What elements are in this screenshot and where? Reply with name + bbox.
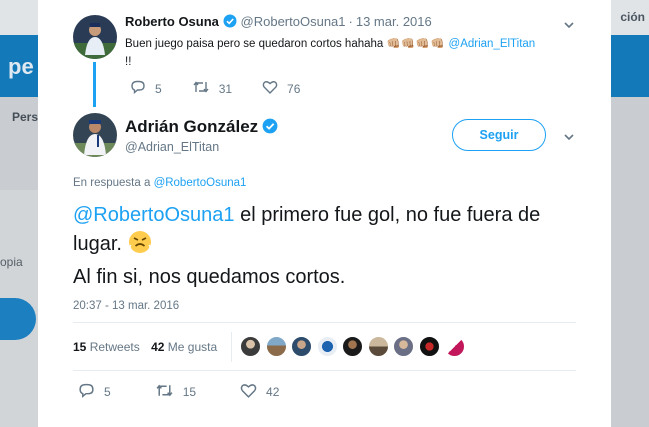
background-side-text: opia (0, 255, 23, 269)
reply-context: En respuesta a @RobertoOsuna1 (73, 177, 246, 189)
fist-emoji: 👊🏼👊🏼👊🏼👊🏼 (386, 38, 446, 50)
main-mention-link[interactable]: @RobertoOsuna1 (73, 204, 235, 226)
like-button[interactable]: 76 (262, 79, 300, 98)
parent-author-name[interactable]: Roberto Osuna (125, 14, 219, 29)
retweet-count: 31 (218, 81, 233, 96)
retweets-stat[interactable]: 15 Retweets (73, 340, 140, 354)
main-text-line2: Al fin si, nos quedamos cortos. (73, 266, 346, 288)
tweet-stats: 15 Retweets 42 Me gusta (73, 340, 217, 354)
likes-stat-label: Me gusta (167, 340, 218, 354)
liker-avatar[interactable] (367, 336, 389, 357)
liker-avatar[interactable] (316, 336, 338, 357)
likes-stat-count: 42 (151, 340, 165, 354)
verified-badge-icon (223, 14, 237, 31)
reply-prefix: En respuesta a (73, 177, 151, 189)
background-banner-text: pe (8, 54, 34, 79)
background-top-link: ción (620, 10, 645, 24)
liker-avatar[interactable] (342, 336, 363, 357)
parent-text-end: !! (125, 56, 132, 68)
like-icon (240, 382, 266, 402)
background-tab: Pers (12, 110, 39, 124)
like-count: 42 (266, 385, 280, 399)
reply-icon (78, 382, 104, 402)
like-button[interactable]: 42 (240, 382, 279, 402)
main-author-name-text: Adrián González (125, 117, 259, 136)
reply-count: 5 (155, 81, 162, 96)
parent-mention-link[interactable]: @Adrian_ElTitan (449, 38, 536, 50)
liker-avatar[interactable] (291, 336, 312, 357)
main-avatar[interactable] (73, 113, 117, 157)
reply-mention-link[interactable]: @RobertoOsuna1 (154, 177, 247, 189)
parent-actions: 5 31 76 (130, 79, 330, 98)
liker-avatar[interactable] (418, 336, 440, 357)
likers-avatars (240, 336, 470, 357)
reply-count: 5 (104, 385, 111, 399)
retweet-button[interactable]: 15 (155, 382, 196, 402)
parent-date[interactable]: 13 mar. 2016 (356, 14, 432, 29)
like-icon (262, 79, 287, 98)
reply-button[interactable]: 5 (130, 79, 162, 98)
retweet-count: 15 (182, 385, 197, 399)
angry-face-emoji (128, 230, 152, 263)
reply-icon (130, 79, 155, 98)
retweet-icon (155, 382, 183, 402)
dot-separator: · (348, 14, 353, 29)
tweet-modal: Roberto Osuna @RobertoOsuna1 · 13 mar. 201… (38, 0, 611, 427)
main-tweet-text: @RobertoOsuna1 el primero fue gol, no fu… (73, 201, 573, 292)
tweet-timestamp[interactable]: 20:37 - 13 mar. 2016 (73, 300, 179, 312)
divider (73, 322, 576, 323)
main-author-name[interactable]: Adrián González (125, 117, 278, 139)
likes-stat[interactable]: 42 Me gusta (151, 340, 217, 354)
parent-header: Roberto Osuna @RobertoOsuna1 · 13 mar. 201… (125, 14, 432, 31)
retweets-stat-label: Retweets (89, 340, 140, 354)
main-actions: 5 15 42 (78, 382, 323, 402)
parent-text-body: Buen juego paisa pero se quedaron cortos… (125, 38, 384, 50)
verified-badge-icon (262, 118, 278, 139)
chevron-down-icon[interactable] (562, 18, 576, 32)
like-count: 76 (287, 81, 301, 96)
thread-line (93, 62, 96, 107)
liker-avatar[interactable] (393, 336, 414, 357)
liker-avatar[interactable] (444, 336, 465, 357)
follow-button[interactable]: Seguir (452, 119, 546, 151)
retweet-icon (192, 79, 219, 98)
main-author-handle[interactable]: @Adrian_ElTitan (125, 140, 219, 154)
chevron-down-icon[interactable] (562, 130, 576, 144)
retweet-button[interactable]: 31 (192, 79, 232, 98)
liker-avatar[interactable] (265, 336, 287, 357)
stats-divider (231, 332, 232, 362)
liker-avatar[interactable] (240, 336, 261, 357)
divider (73, 370, 576, 371)
parent-avatar[interactable] (73, 15, 117, 59)
reply-button[interactable]: 5 (78, 382, 111, 402)
parent-tweet-text: Buen juego paisa pero se quedaron cortos… (125, 35, 565, 71)
parent-author-handle[interactable]: @RobertoOsuna1 (241, 14, 346, 29)
retweets-stat-count: 15 (73, 340, 87, 354)
